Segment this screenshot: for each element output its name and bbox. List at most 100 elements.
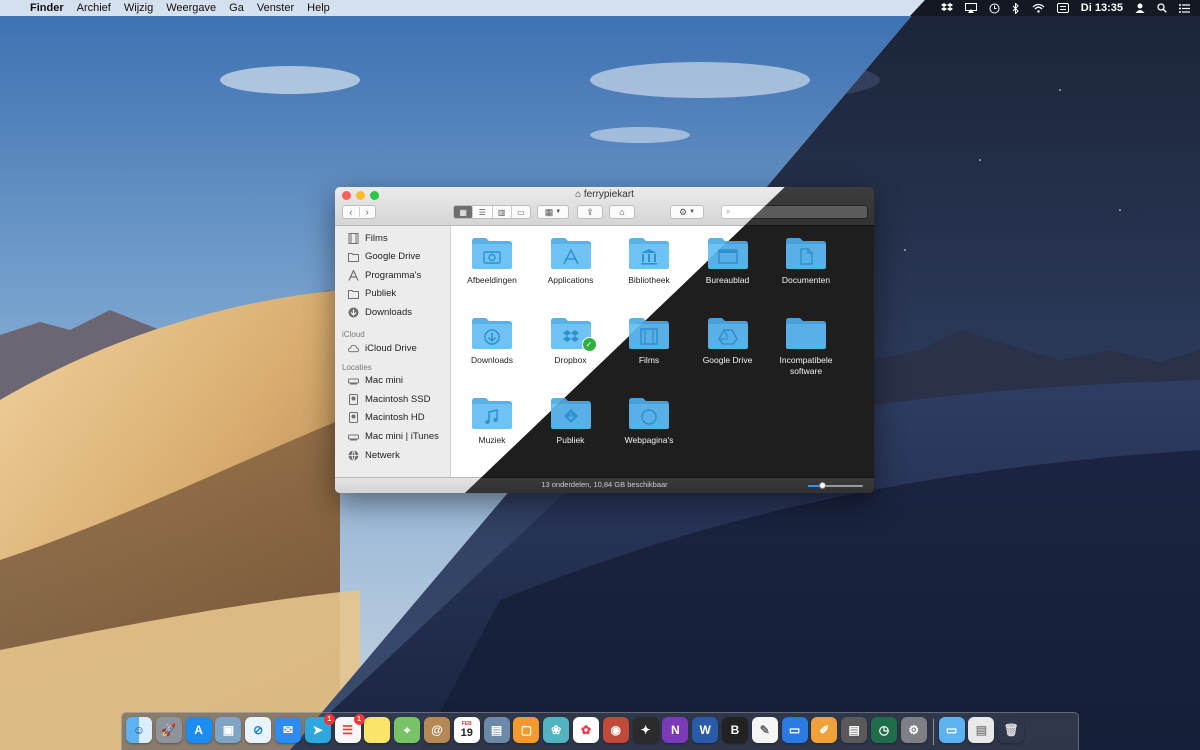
folder-item[interactable]: Bibliotheek xyxy=(610,235,688,286)
network-icon xyxy=(348,449,359,461)
onenote-icon[interactable]: N xyxy=(662,717,689,743)
app-store-icon[interactable]: A xyxy=(185,717,212,743)
sidebar-item-programma-s[interactable]: Programma's xyxy=(348,267,421,283)
calendar-icon[interactable]: FEB 19 xyxy=(453,717,480,743)
folder-item[interactable]: ✓ Dropbox xyxy=(532,315,610,366)
folder-icon xyxy=(348,288,359,299)
bluetooth-icon[interactable] xyxy=(1012,2,1020,14)
icon-view-icon[interactable]: ▦ xyxy=(454,206,474,218)
word-icon[interactable]: W xyxy=(692,717,719,743)
app-letter: B xyxy=(730,723,740,737)
photos-icon[interactable]: ✿ xyxy=(573,717,599,743)
messages-icon[interactable]: ✉ xyxy=(275,717,301,743)
notes-icon[interactable] xyxy=(364,717,391,743)
books-icon[interactable]: ▢ xyxy=(513,717,540,743)
user-icon[interactable] xyxy=(1135,3,1145,13)
list-view-icon[interactable]: ☰ xyxy=(473,206,493,218)
forward-arrow-icon[interactable]: › xyxy=(360,207,376,217)
time-machine-icon[interactable]: ◷ xyxy=(871,717,897,743)
folder-label: Publiek xyxy=(556,435,585,445)
keynote-icon[interactable]: ▭ xyxy=(781,717,808,743)
sidebar-item-films[interactable]: Films xyxy=(348,230,388,246)
column-view-icon[interactable]: ▥ xyxy=(493,206,512,218)
maps-icon[interactable]: ⌖ xyxy=(394,717,421,743)
bear-icon[interactable]: B xyxy=(722,717,748,743)
sidebar-item-label: Mac mini | iTunes xyxy=(365,430,439,442)
system-info-icon[interactable]: ▤ xyxy=(841,717,868,743)
sidebar-item-label: Films xyxy=(365,232,388,244)
spotlight-search-icon[interactable] xyxy=(1157,3,1167,13)
trash-icon[interactable]: 🗑 xyxy=(998,717,1024,743)
image-capture-icon[interactable]: ❀ xyxy=(543,717,570,743)
sidebar-item-netwerk[interactable]: Netwerk xyxy=(348,447,400,463)
sidebar-item-downloads[interactable]: Downloads xyxy=(348,304,412,320)
group-by-button[interactable]: ▦▼ xyxy=(537,205,569,219)
sidebar-item-macintosh-hd[interactable]: Macintosh HD xyxy=(348,410,425,426)
airplay-icon[interactable] xyxy=(964,3,977,13)
documents-stack-icon[interactable]: ▭ xyxy=(938,717,965,743)
folder-item[interactable]: Incompatibele software xyxy=(767,315,845,377)
sidebar-item-icloud-drive[interactable]: iCloud Drive xyxy=(348,340,417,356)
menu-venster[interactable]: Venster xyxy=(257,2,294,14)
menu-clock[interactable]: Di 13:35 xyxy=(1081,2,1123,14)
sidebar-item-macintosh-ssd[interactable]: Macintosh SSD xyxy=(348,391,430,407)
films-icon xyxy=(348,232,359,244)
keyboard-input-icon[interactable] xyxy=(1056,3,1069,13)
sidebar-item-label: Macintosh SSD xyxy=(365,393,431,405)
wifi-icon[interactable] xyxy=(1032,3,1045,13)
icon-size-slider[interactable] xyxy=(808,482,863,489)
gallery-view-icon[interactable]: ▭ xyxy=(512,206,530,218)
action-button[interactable]: ⚙▼ xyxy=(670,205,704,219)
folder-item[interactable]: Downloads xyxy=(453,315,531,366)
dropbox-icon[interactable] xyxy=(940,3,953,13)
sidebar-item-mac-mini[interactable]: Mac mini xyxy=(348,373,403,389)
notification-center-icon[interactable] xyxy=(1179,3,1190,13)
preview-icon[interactable]: ▣ xyxy=(215,717,242,743)
folder-item[interactable]: Google Drive xyxy=(689,315,767,366)
back-forward-buttons[interactable]: ‹› xyxy=(342,205,376,219)
launchpad-icon[interactable]: 🚀 xyxy=(155,717,182,743)
folder-item[interactable]: Webpagina's xyxy=(610,395,688,446)
downloads-stack-icon[interactable]: ▤ xyxy=(968,717,995,743)
telegram-icon[interactable]: ➤ 1 xyxy=(304,714,335,743)
folder-label: Dropbox xyxy=(554,355,587,365)
menu-archief[interactable]: Archief xyxy=(77,2,111,14)
contacts-icon[interactable]: @ xyxy=(424,717,450,743)
sidebar-item-publiek[interactable]: Publiek xyxy=(348,286,396,302)
photo-booth-icon[interactable]: ◉ xyxy=(602,717,629,743)
folder-item[interactable]: Documenten xyxy=(767,235,845,286)
menu-weergave[interactable]: Weergave xyxy=(166,2,216,14)
menu-app-name[interactable]: Finder xyxy=(30,2,64,14)
textedit-icon[interactable]: ✎ xyxy=(751,717,778,743)
system-preferences-icon[interactable]: ⚙ xyxy=(900,717,927,743)
sidebar-item-label: Netwerk xyxy=(365,449,400,461)
sidebar-item-google-drive[interactable]: Google Drive xyxy=(348,249,420,265)
dock: ☺ 🚀 A ▣ ⊘ ✉ ➤ 1 ☰ 1 ⌖ @ FEB 19 ▤ ▢ ❀ ✿ ◉ ✦ N W B ✎ ▭ ✐ ▤ ◷ ⚙ ▭ ▤ 🗑 xyxy=(121,712,1079,750)
slider-knob[interactable] xyxy=(818,482,826,489)
tags-button[interactable]: ⌂ xyxy=(609,205,635,219)
folder-item[interactable]: Muziek xyxy=(453,395,531,446)
pages-icon[interactable]: ✐ xyxy=(811,717,838,743)
finder-window[interactable]: ⌂ ferrypiekart ‹ › ▦ ☰ ▥ ▭ ▦ ▼ ⇪ ⌂ ⚙ ▼ ⌕ Films Google … xyxy=(335,187,874,493)
notification-badge: 1 xyxy=(323,714,335,725)
final-cut-icon[interactable]: ✦ xyxy=(632,717,659,743)
photo-browser-icon[interactable]: ▤ xyxy=(483,717,510,743)
safari-icon[interactable]: ⊘ xyxy=(245,717,272,743)
sidebar-item-label: Publiek xyxy=(365,288,397,300)
menu-help[interactable]: Help xyxy=(307,2,330,14)
disk-icon xyxy=(348,412,359,424)
calendar-day: 19 xyxy=(460,727,473,739)
folder-item[interactable]: Afbeeldingen xyxy=(453,235,531,286)
share-button[interactable]: ⇪ xyxy=(577,205,603,219)
finder-icon[interactable]: ☺ xyxy=(126,717,152,743)
folder-item[interactable]: Applications xyxy=(532,235,610,286)
reminders-icon[interactable]: ☰ 1 xyxy=(334,714,365,743)
view-mode-control[interactable]: ▦☰▥▭ xyxy=(453,205,531,219)
folder-camera-icon xyxy=(470,235,514,271)
sidebar-item-mac-mini-itunes[interactable]: Mac mini | iTunes xyxy=(348,428,439,444)
gear-icon: ⚙ xyxy=(678,206,688,217)
back-arrow-icon[interactable]: ‹ xyxy=(343,207,360,217)
menu-wijzig[interactable]: Wijzig xyxy=(124,2,153,14)
menu-ga[interactable]: Ga xyxy=(229,2,244,14)
time-machine-icon[interactable] xyxy=(989,3,1000,14)
